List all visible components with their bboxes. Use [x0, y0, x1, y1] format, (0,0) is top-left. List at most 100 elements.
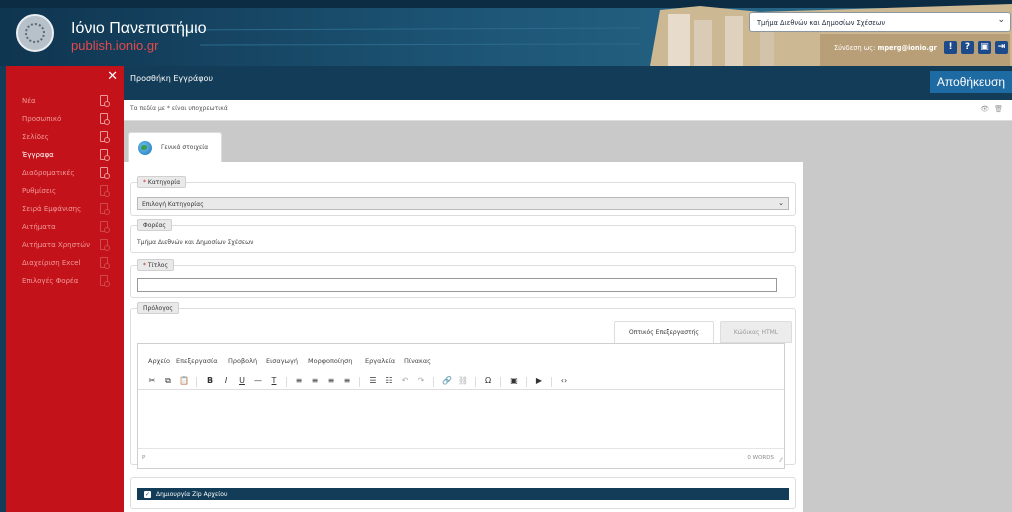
- align-right-icon[interactable]: ≡: [325, 376, 337, 385]
- lock-icon[interactable]: ▣: [978, 41, 991, 54]
- alert-icon[interactable]: !: [944, 41, 957, 54]
- zip-label: Δημιουργία Zip Αρχείου: [156, 491, 228, 498]
- add-document-icon: [100, 203, 110, 215]
- category-select[interactable]: Επιλογή Κατηγορίας ⌄: [137, 197, 789, 210]
- login-prefix: Σύνδεση ως:: [834, 44, 876, 52]
- menu-tools[interactable]: Εργαλεία: [365, 357, 395, 365]
- menu-format[interactable]: Μορφοποίηση: [308, 357, 352, 365]
- sidebar-item-staff[interactable]: Προσωπικό: [6, 111, 124, 128]
- bullet-list-icon[interactable]: ☰: [367, 376, 379, 385]
- toolbar-separator: [359, 377, 360, 387]
- sidebar-item-pages[interactable]: Σελίδες: [6, 129, 124, 146]
- save-button[interactable]: Αποθήκευση: [930, 71, 1012, 93]
- add-document-icon: [100, 275, 110, 287]
- zip-fieldset: ✓ Δημιουργία Zip Αρχείου: [130, 477, 796, 509]
- department-select[interactable]: Τμήμα Διεθνών και Δημοσίων Σχέσεων ⌄: [749, 12, 1011, 32]
- sidebar-item-organization-options[interactable]: Επιλογές Φορέα: [6, 273, 124, 290]
- sidebar-item-label: Διαδροματικές: [22, 169, 75, 177]
- close-icon[interactable]: ✕: [107, 69, 118, 84]
- source-code-icon[interactable]: ‹›: [558, 376, 570, 385]
- horizontal-rule-icon[interactable]: —: [252, 376, 264, 385]
- trash-icon[interactable]: 🗑: [994, 105, 1008, 113]
- tab-general-info[interactable]: Γενικά στοιχεία: [128, 132, 222, 162]
- menu-insert[interactable]: Εισαγωγή: [266, 357, 298, 365]
- menu-edit[interactable]: Επεξεργασία: [176, 357, 218, 365]
- site-title: Ιόνιο Πανεπιστήμιο: [71, 20, 207, 37]
- page-title: Προσθήκη Εγγράφου: [130, 74, 214, 83]
- sidebar-item-label: Σειρά Εμφάνισης: [22, 205, 82, 213]
- special-char-icon[interactable]: Ω: [482, 376, 494, 385]
- add-document-icon[interactable]: [100, 113, 110, 125]
- resize-handle-icon[interactable]: ⁄⁄: [780, 457, 782, 464]
- media-icon[interactable]: ▶: [533, 376, 545, 385]
- university-logo: [16, 14, 54, 52]
- sidebar-item-label: Έγγραφα: [22, 151, 54, 159]
- department-select-value: Τμήμα Διεθνών και Δημοσίων Σχέσεων: [757, 19, 886, 27]
- prologue-fieldset: Πρόλογος Οπτικός Επεξεργαστής Κώδικας HT…: [130, 302, 796, 469]
- sidebar-item-requests[interactable]: Αιτήματα: [6, 219, 124, 236]
- align-left-icon[interactable]: ≡: [293, 376, 305, 385]
- toolbar-separator: [526, 377, 527, 387]
- title-legend: * Τίτλος: [137, 259, 174, 271]
- add-document-icon[interactable]: [100, 149, 110, 161]
- sidebar-item-excel[interactable]: Διαχείριση Excel: [6, 255, 124, 272]
- tab-html-code[interactable]: Κώδικας HTML: [720, 321, 792, 343]
- required-note-bar: Τα πεδία με * είναι υποχρεωτικά 👁🗑: [124, 100, 1012, 121]
- underline-icon[interactable]: U: [236, 376, 248, 385]
- add-document-icon: [100, 221, 110, 233]
- add-document-icon[interactable]: [100, 131, 110, 143]
- sidebar: ✕ Νέα Προσωπικό Σελίδες Έγγραφα Διαδρομα…: [6, 66, 124, 512]
- title-input[interactable]: [137, 278, 777, 292]
- zip-option-bar[interactable]: ✓ Δημιουργία Zip Αρχείου: [137, 488, 789, 500]
- unlink-icon[interactable]: ⛓: [457, 376, 469, 385]
- toolbar-separator: [286, 377, 287, 387]
- help-icon[interactable]: ?: [961, 41, 974, 54]
- editor-content-area[interactable]: [138, 391, 784, 448]
- chevron-down-icon: ⌄: [997, 15, 1005, 25]
- clear-format-icon[interactable]: T: [268, 376, 280, 385]
- category-fieldset: * Κατηγορία Επιλογή Κατηγορίας ⌄: [130, 176, 796, 216]
- menu-table[interactable]: Πίνακας: [404, 357, 431, 365]
- paste-icon[interactable]: 📋: [178, 376, 190, 385]
- image-icon[interactable]: ▣: [508, 376, 520, 385]
- sidebar-item-label: Νέα: [22, 97, 36, 105]
- required-fields-note: Τα πεδία με * είναι υποχρεωτικά: [130, 105, 228, 112]
- redo-icon[interactable]: ↷: [415, 376, 427, 385]
- title-fieldset: * Τίτλος: [130, 259, 796, 298]
- site-header: Ιόνιο Πανεπιστήμιο publish.ionio.gr Τμήμ…: [0, 0, 1012, 66]
- eye-icon[interactable]: 👁: [980, 105, 994, 113]
- organization-fieldset: Φορέας Τμήμα Διεθνών και Δημοσίων Σχέσεω…: [130, 219, 796, 253]
- exit-icon[interactable]: ⇥: [995, 41, 1008, 54]
- undo-icon[interactable]: ↶: [399, 376, 411, 385]
- numbered-list-icon[interactable]: ☷: [383, 376, 395, 385]
- sidebar-item-settings[interactable]: Ρυθμίσεις: [6, 183, 124, 200]
- category-legend: * Κατηγορία: [137, 176, 187, 188]
- bold-icon[interactable]: B: [204, 376, 216, 385]
- sidebar-item-user-requests[interactable]: Αιτήματα Χρηστών: [6, 237, 124, 254]
- align-center-icon[interactable]: ≡: [309, 376, 321, 385]
- cut-icon[interactable]: ✂: [146, 376, 158, 385]
- tab-visual-editor[interactable]: Οπτικός Επεξεργαστής: [614, 321, 714, 343]
- menu-view[interactable]: Προβολή: [228, 357, 257, 365]
- justify-icon[interactable]: ≡: [341, 376, 353, 385]
- add-document-icon[interactable]: [100, 95, 110, 107]
- sidebar-item-label: Προσωπικό: [22, 115, 62, 123]
- italic-icon[interactable]: I: [220, 376, 232, 385]
- toolbar-separator: [196, 377, 197, 387]
- zip-checkbox[interactable]: ✓: [144, 491, 151, 498]
- sidebar-item-label: Ρυθμίσεις: [22, 187, 57, 195]
- copy-icon[interactable]: ⧉: [162, 376, 174, 386]
- category-select-value: Επιλογή Κατηγορίας: [142, 201, 204, 208]
- toolbar-separator: [500, 377, 501, 387]
- sidebar-item-news[interactable]: Νέα: [6, 93, 124, 110]
- sidebar-item-documents[interactable]: Έγγραφα: [6, 147, 124, 164]
- add-document-icon[interactable]: [100, 167, 110, 179]
- sidebar-item-display-order[interactable]: Σειρά Εμφάνισης: [6, 201, 124, 218]
- page-toolbar: Προσθήκη Εγγράφου Αποθήκευση: [124, 66, 1012, 100]
- link-icon[interactable]: 🔗: [441, 376, 453, 385]
- sidebar-item-programs[interactable]: Διαδροματικές: [6, 165, 124, 182]
- site-url[interactable]: publish.ionio.gr: [71, 38, 158, 53]
- category-label: Κατηγορία: [147, 179, 181, 186]
- add-document-icon: [100, 239, 110, 251]
- menu-file[interactable]: Αρχείο: [148, 357, 170, 365]
